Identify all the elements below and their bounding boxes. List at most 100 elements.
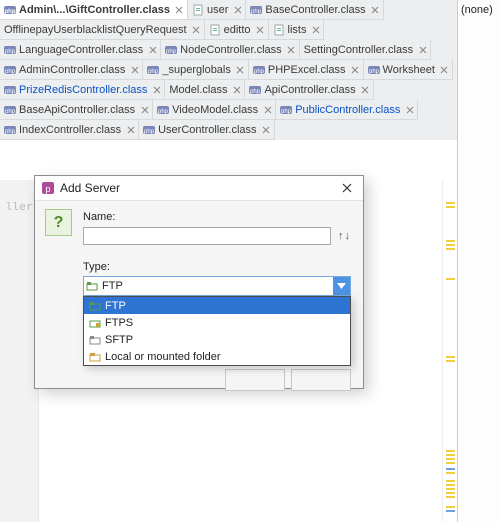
editor-tab[interactable]: SettingController.class (300, 40, 431, 60)
editor-tab[interactable]: user (188, 0, 246, 20)
right-panel: (none) (457, 0, 500, 522)
type-option[interactable]: FTP (84, 297, 350, 314)
svg-text:php: php (5, 49, 16, 55)
editor-tab[interactable]: Model.class (165, 80, 245, 100)
editor-tab[interactable]: phpIndexController.class (0, 120, 139, 140)
option-label: SFTP (105, 334, 133, 346)
svg-text:php: php (166, 49, 177, 55)
svg-text:php: php (5, 89, 16, 95)
close-icon[interactable] (125, 124, 136, 135)
tab-label: AdminController.class (19, 64, 125, 76)
editor-tab[interactable]: phpWorksheet (364, 60, 453, 80)
ftp-icon (87, 301, 103, 311)
svg-text:php: php (251, 9, 262, 15)
editor-tab[interactable]: phpNodeController.class (161, 40, 300, 60)
app-icon: p (41, 181, 55, 195)
tab-label: VideoModel.class (172, 104, 258, 116)
editor-tab[interactable]: phpPHPExcel.class (249, 60, 364, 80)
svg-text:p: p (45, 184, 50, 194)
type-option[interactable]: SFTP (84, 331, 350, 348)
close-icon[interactable] (370, 4, 381, 15)
svg-text:php: php (281, 109, 292, 115)
svg-text:php: php (250, 89, 261, 95)
cancel-button[interactable] (291, 369, 351, 391)
close-icon[interactable] (255, 24, 266, 35)
editor-overview-ruler[interactable] (442, 180, 457, 522)
svg-text:php: php (144, 129, 155, 135)
php-icon: php (368, 64, 380, 76)
close-icon[interactable] (417, 44, 428, 55)
close-icon[interactable] (139, 104, 150, 115)
close-icon[interactable] (286, 44, 297, 55)
file-icon (192, 4, 204, 16)
editor-tab[interactable]: phpBaseApiController.class (0, 100, 153, 120)
php-icon: php (4, 4, 16, 16)
close-icon[interactable] (360, 84, 371, 95)
chevron-down-icon[interactable] (333, 277, 350, 295)
folder-icon (87, 352, 103, 362)
file-icon (209, 24, 221, 36)
tab-label: _superglobals (162, 64, 231, 76)
close-icon[interactable] (191, 24, 202, 35)
close-icon[interactable] (147, 44, 158, 55)
type-label: Type: (83, 261, 110, 273)
close-icon[interactable] (151, 84, 162, 95)
svg-text:php: php (5, 129, 16, 135)
php-icon: php (4, 104, 16, 116)
svg-text:php: php (254, 69, 265, 75)
svg-text:php: php (369, 69, 380, 75)
editor-tab[interactable]: phpApiController.class (245, 80, 373, 100)
php-icon: php (4, 124, 16, 136)
tab-label: Worksheet (383, 64, 435, 76)
close-icon[interactable] (174, 4, 185, 15)
tab-label: Model.class (169, 84, 227, 96)
ok-button[interactable] (225, 369, 285, 391)
tab-label: ApiController.class (264, 84, 355, 96)
close-icon[interactable] (129, 64, 140, 75)
close-icon[interactable] (439, 64, 450, 75)
type-selected-value: FTP (100, 280, 333, 292)
close-icon[interactable] (310, 24, 321, 35)
ftp-icon (84, 281, 100, 291)
editor-tab[interactable]: OfflinepayUserblacklistQueryRequest (0, 20, 205, 40)
close-icon[interactable] (235, 64, 246, 75)
close-icon[interactable] (232, 4, 243, 15)
editor-tab[interactable]: phpPublicController.class (276, 100, 418, 120)
type-option[interactable]: FTPS (84, 314, 350, 331)
php-icon: php (157, 104, 169, 116)
svg-text:php: php (5, 109, 16, 115)
editor-tab[interactable]: phpAdminController.class (0, 60, 143, 80)
sort-arrows[interactable]: ↑↓ (338, 230, 351, 242)
editor-tab[interactable]: phpBaseController.class (246, 0, 383, 20)
php-icon: php (253, 64, 265, 76)
close-icon[interactable] (231, 84, 242, 95)
add-server-dialog: p Add Server ? Name: ↑↓ Type: FTP FTPFTP… (34, 175, 364, 389)
close-button[interactable] (333, 178, 361, 198)
php-icon: php (147, 64, 159, 76)
svg-text:php: php (5, 69, 16, 75)
editor-tab[interactable]: editto (205, 20, 269, 40)
editor-tab[interactable]: phpLanguageController.class (0, 40, 161, 60)
help-icon: ? (45, 209, 72, 236)
type-option[interactable]: Local or mounted folder (84, 348, 350, 365)
ftps-icon (87, 318, 103, 328)
close-icon[interactable] (350, 64, 361, 75)
type-combobox[interactable]: FTP (83, 276, 351, 296)
name-input[interactable] (83, 227, 331, 245)
editor-tab[interactable]: phpUserController.class (139, 120, 274, 140)
type-dropdown-list[interactable]: FTP FTPS SFTP Local or mounted folder (83, 296, 351, 366)
close-icon[interactable] (261, 124, 272, 135)
editor-tab[interactable]: phpPrizeRedisController.class (0, 80, 165, 100)
php-icon: php (250, 4, 262, 16)
close-icon[interactable] (404, 104, 415, 115)
option-label: FTPS (105, 317, 133, 329)
php-icon: php (4, 84, 16, 96)
php-icon: php (4, 44, 16, 56)
option-label: Local or mounted folder (105, 351, 221, 363)
editor-tab[interactable]: phpAdmin\...\GiftController.class (0, 0, 188, 20)
editor-tab[interactable]: phpVideoModel.class (153, 100, 276, 120)
editor-tab[interactable]: lists (269, 20, 325, 40)
tab-label: user (207, 4, 228, 16)
close-icon[interactable] (262, 104, 273, 115)
editor-tab[interactable]: php_superglobals (143, 60, 249, 80)
